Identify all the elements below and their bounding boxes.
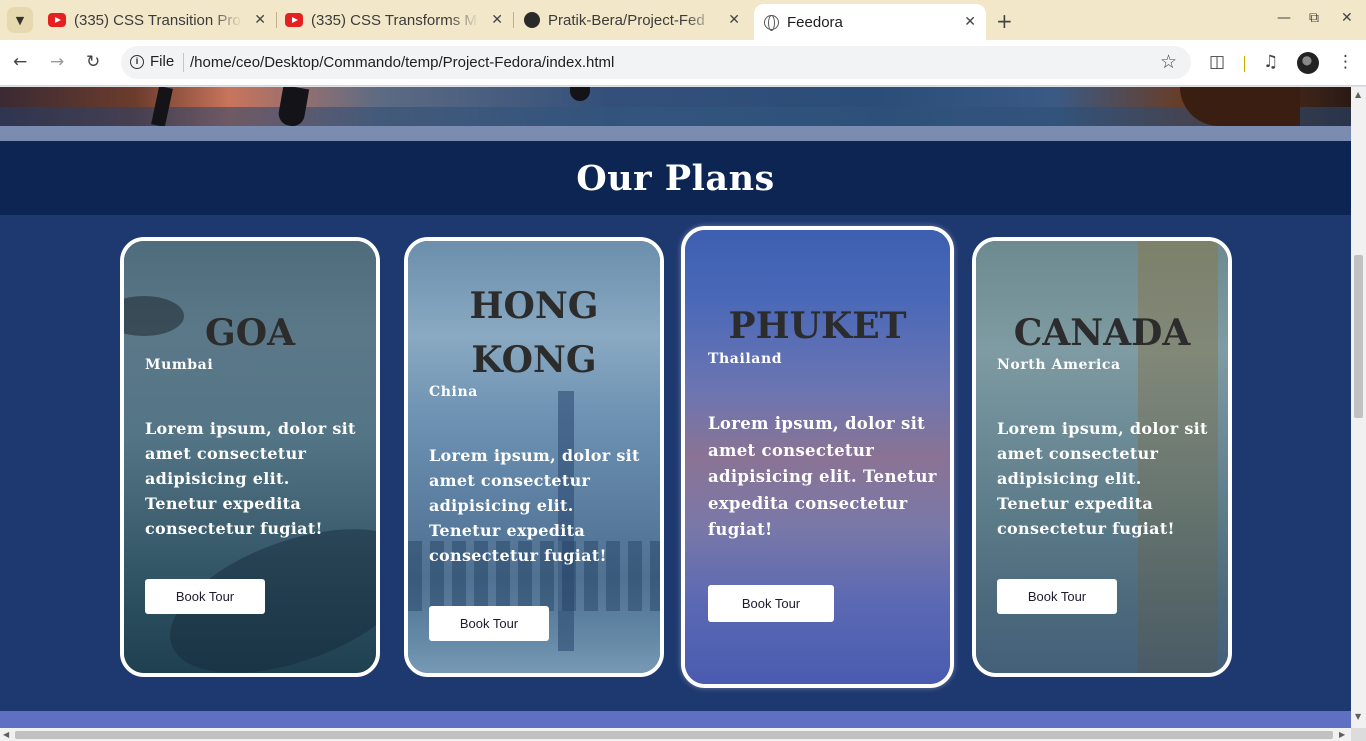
hero-image bbox=[0, 87, 1351, 126]
book-tour-button[interactable]: Book Tour bbox=[708, 585, 834, 622]
bookmark-star-icon[interactable]: ☆ bbox=[1160, 51, 1177, 73]
book-tour-button[interactable]: Book Tour bbox=[145, 579, 265, 614]
tab-title: (335) CSS Transforms M bbox=[311, 11, 477, 29]
arrow-right-icon: → bbox=[50, 52, 65, 72]
scroll-left-icon[interactable]: ◀ bbox=[3, 730, 9, 739]
card-city: CANADA bbox=[1013, 312, 1191, 354]
minimize-button[interactable]: — bbox=[1277, 10, 1291, 26]
card-description: Lorem ipsum, dolor sit amet consectetur … bbox=[997, 419, 1208, 538]
close-icon[interactable]: ✕ bbox=[728, 11, 740, 28]
media-control-icon[interactable]: ♫ bbox=[1263, 52, 1278, 72]
plan-card-hong-kong[interactable]: HONG KONG China Lorem ipsum, dolor sit a… bbox=[404, 237, 664, 677]
profile-avatar[interactable] bbox=[1297, 52, 1319, 74]
tab-search-button[interactable]: ▼ bbox=[7, 7, 33, 33]
vertical-scrollbar[interactable]: ▲ ▼ bbox=[1351, 87, 1366, 728]
tab-title: Pratik-Bera/Project-Fed bbox=[548, 11, 705, 29]
address-bar[interactable]: i File /home/ceo/Desktop/Commando/temp/P… bbox=[121, 46, 1191, 79]
card-country: Mumbai bbox=[145, 357, 214, 373]
plan-card-phuket[interactable]: PHUKET Thailand Lorem ipsum, dolor sit a… bbox=[681, 226, 954, 688]
section-divider bbox=[0, 126, 1351, 141]
browser-toolbar: ← → ↻ i File /home/ceo/Desktop/Commando/… bbox=[0, 40, 1366, 86]
forward-button[interactable]: → bbox=[50, 52, 64, 72]
extensions-icon[interactable]: ◫ bbox=[1209, 52, 1225, 72]
scrollbar-thumb[interactable] bbox=[15, 731, 1333, 739]
tab-css-transition[interactable]: (335) CSS Transition Pro ✕ bbox=[40, 0, 276, 40]
menu-kebab-icon[interactable]: ⋮ bbox=[1337, 52, 1354, 72]
tab-strip: ▼ (335) CSS Transition Pro ✕ (335) CSS T… bbox=[0, 0, 1366, 40]
restore-button[interactable]: ⧉ bbox=[1309, 10, 1319, 26]
reload-button[interactable]: ↻ bbox=[86, 52, 100, 72]
scroll-right-icon[interactable]: ▶ bbox=[1339, 730, 1345, 739]
back-button[interactable]: ← bbox=[13, 52, 27, 72]
card-country: Thailand bbox=[708, 351, 783, 367]
close-icon[interactable]: ✕ bbox=[491, 11, 503, 28]
scheme-label: File bbox=[150, 53, 175, 70]
scroll-down-icon[interactable]: ▼ bbox=[1355, 712, 1361, 721]
toolbar-divider bbox=[1244, 56, 1245, 72]
silhouette bbox=[276, 87, 310, 126]
scroll-up-icon[interactable]: ▲ bbox=[1355, 90, 1361, 99]
plan-card-goa[interactable]: GOA Mumbai Lorem ipsum, dolor sit amet c… bbox=[120, 237, 380, 677]
card-description: Lorem ipsum, dolor sit amet consectetur … bbox=[145, 419, 356, 538]
arrow-left-icon: ← bbox=[13, 52, 28, 72]
youtube-icon bbox=[285, 13, 303, 27]
divider bbox=[183, 53, 184, 72]
tab-css-transforms[interactable]: (335) CSS Transforms M ✕ bbox=[277, 0, 513, 40]
youtube-icon bbox=[48, 13, 66, 27]
silhouette bbox=[570, 87, 590, 101]
close-icon[interactable]: ✕ bbox=[254, 11, 266, 28]
reload-icon: ↻ bbox=[86, 52, 101, 72]
chevron-down-icon: ▼ bbox=[15, 13, 25, 27]
tab-feedora[interactable]: Feedora ✕ bbox=[754, 4, 986, 40]
section-title: Our Plans bbox=[576, 157, 775, 199]
card-country: North America bbox=[997, 357, 1121, 373]
silhouette bbox=[1180, 87, 1300, 126]
globe-icon bbox=[764, 14, 779, 31]
window-close-button[interactable]: ✕ bbox=[1341, 10, 1353, 26]
next-section-band bbox=[0, 711, 1351, 728]
card-city: PHUKET bbox=[728, 305, 907, 347]
card-description: Lorem ipsum, dolor sit amet consectetur … bbox=[708, 414, 937, 539]
plans-header: Our Plans bbox=[0, 141, 1351, 215]
card-description: Lorem ipsum, dolor sit amet consectetur … bbox=[429, 446, 640, 565]
tab-github[interactable]: Pratik-Bera/Project-Fed ✕ bbox=[514, 0, 750, 40]
horizontal-scrollbar[interactable]: ◀ ▶ bbox=[0, 728, 1351, 741]
tab-title: Feedora bbox=[787, 13, 843, 31]
plus-icon: + bbox=[996, 9, 1013, 33]
url-text[interactable]: /home/ceo/Desktop/Commando/temp/Project-… bbox=[190, 54, 614, 71]
github-icon bbox=[524, 12, 540, 28]
book-tour-button[interactable]: Book Tour bbox=[429, 606, 549, 641]
page-viewport: Our Plans GOA Mumbai Lorem ipsum, dolor … bbox=[0, 87, 1351, 728]
plan-card-canada[interactable]: CANADA North America Lorem ipsum, dolor … bbox=[972, 237, 1232, 677]
site-info-chip[interactable]: i File bbox=[130, 53, 174, 70]
close-icon[interactable]: ✕ bbox=[964, 13, 976, 30]
card-country: China bbox=[429, 384, 478, 400]
info-icon: i bbox=[130, 54, 144, 69]
scrollbar-corner bbox=[1351, 728, 1366, 741]
scrollbar-thumb[interactable] bbox=[1354, 255, 1363, 418]
silhouette bbox=[151, 87, 173, 126]
book-tour-button[interactable]: Book Tour bbox=[997, 579, 1117, 614]
card-city: HONG KONG bbox=[469, 285, 599, 381]
card-city: GOA bbox=[204, 312, 296, 354]
tab-title: (335) CSS Transition Pro bbox=[74, 11, 241, 29]
new-tab-button[interactable]: + bbox=[996, 9, 1013, 33]
